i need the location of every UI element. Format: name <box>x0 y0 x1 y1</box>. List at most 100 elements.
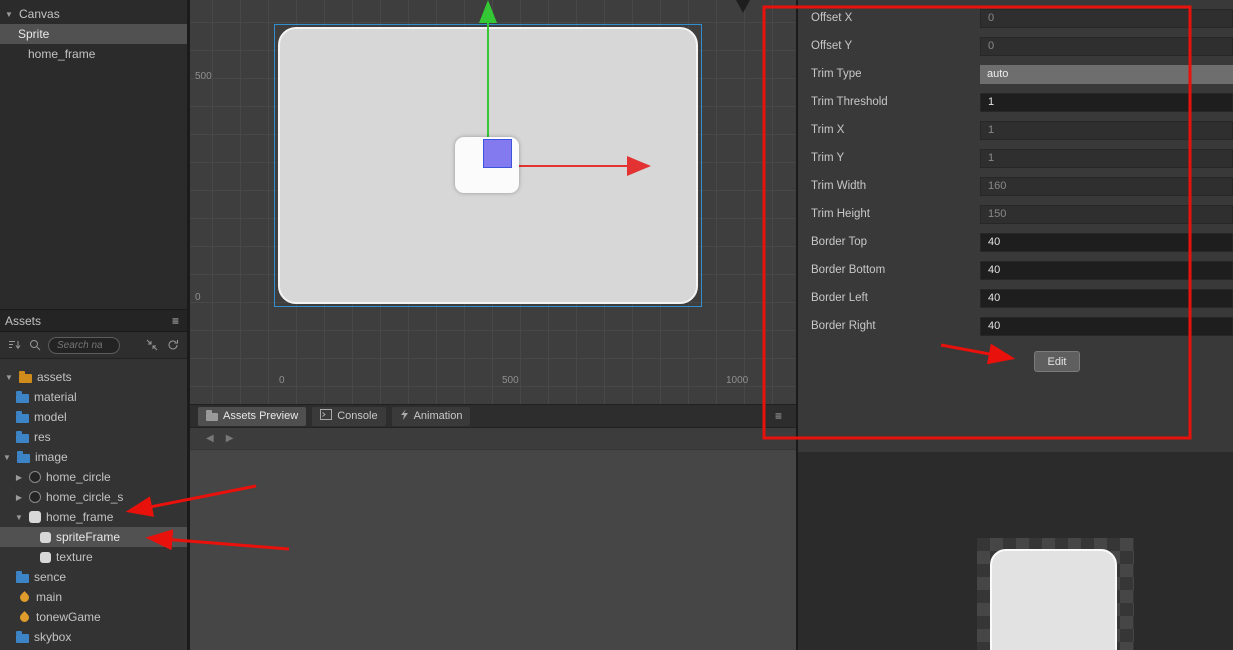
tab-animation[interactable]: Animation <box>391 406 471 426</box>
border-top-input[interactable] <box>980 232 1233 252</box>
tree-item-label: skybox <box>34 630 72 644</box>
assets-toolbar <box>0 332 187 359</box>
tree-item-assets[interactable]: ▼ assets <box>0 367 187 387</box>
scene-file-icon <box>18 610 31 624</box>
tree-item-texture[interactable]: texture <box>0 547 187 567</box>
trim-y-input[interactable] <box>980 148 1233 168</box>
offset-y-input[interactable] <box>980 36 1233 56</box>
folder-icon <box>206 409 218 421</box>
chevron-down-icon[interactable]: ▼ <box>14 513 24 522</box>
inspector-row: Border Right <box>798 312 1233 340</box>
chevron-down-icon[interactable]: ▼ <box>2 453 12 462</box>
edit-button[interactable]: Edit <box>1034 351 1080 372</box>
left-column: ▼ Canvas Sprite home_frame Assets ≡ Sear… <box>0 0 190 650</box>
ruler-label: 0 <box>195 292 201 303</box>
chevron-right-icon[interactable]: ▶ <box>14 473 24 482</box>
border-left-input[interactable] <box>980 288 1233 308</box>
texture-icon <box>40 551 51 563</box>
tab-console[interactable]: Console <box>312 406 386 426</box>
trim-x-input[interactable] <box>980 120 1233 140</box>
tree-item-sence[interactable]: sence <box>0 567 187 587</box>
ruler-marker-icon[interactable] <box>736 0 750 13</box>
refresh-icon[interactable] <box>165 337 181 353</box>
assets-panel-header: Assets ≡ <box>0 310 187 332</box>
search-icon[interactable] <box>27 337 43 353</box>
offset-x-input[interactable] <box>980 8 1233 28</box>
tree-item-label: home_frame <box>46 510 114 524</box>
tree-item-home-circle[interactable]: ▶ home_circle <box>0 467 187 487</box>
panel-menu-icon[interactable]: ≡ <box>775 409 782 423</box>
bottom-tabbar: Assets Preview Console Animation ≡ <box>190 405 796 428</box>
gizmo-x-arrow-icon[interactable] <box>627 156 651 176</box>
tree-item-label: sence <box>34 570 67 584</box>
border-right-input[interactable] <box>980 316 1233 336</box>
trim-width-input[interactable] <box>980 176 1233 196</box>
panel-menu-icon[interactable]: ≡ <box>172 314 179 328</box>
tree-item-sprite-frame[interactable]: spriteFrame <box>0 527 187 547</box>
inspector-row: Border Left <box>798 284 1233 312</box>
assets-tree: ▼ assets material model res ▼ image ▶ ho… <box>0 359 187 647</box>
assets-panel-title: Assets <box>5 313 42 328</box>
tree-item-res[interactable]: res <box>0 427 187 447</box>
tree-item-label: texture <box>56 550 93 564</box>
tree-item-tonew-game[interactable]: tonewGame <box>0 607 187 627</box>
property-label: Border Bottom <box>811 264 886 276</box>
tree-item-model[interactable]: model <box>0 407 187 427</box>
tab-label: Assets Preview <box>223 410 299 422</box>
tree-item-home-circle-s[interactable]: ▶ home_circle_s <box>0 487 187 507</box>
trim-height-input[interactable] <box>980 204 1233 224</box>
inspector-panel: Offset X Offset Y Trim Type auto Trim Th… <box>796 0 1233 650</box>
assets-panel: Assets ≡ Search na ▼ assets material mod… <box>0 310 187 650</box>
inspector-row: Offset X <box>798 4 1233 32</box>
tree-item-material[interactable]: material <box>0 387 187 407</box>
preview-nav: ◀ ▶ <box>190 428 796 450</box>
property-label: Trim Type <box>811 68 862 80</box>
editor-window: ▼ Canvas Sprite home_frame Assets ≡ Sear… <box>0 0 1233 650</box>
property-label: Trim Y <box>811 152 845 164</box>
gizmo-y-arrow-icon[interactable] <box>479 0 497 23</box>
inspector-row: Trim Type auto <box>798 60 1233 88</box>
property-label: Offset X <box>811 12 853 24</box>
tree-item-label: model <box>34 410 67 424</box>
collapse-all-icon[interactable] <box>144 337 160 353</box>
hierarchy-item-home-frame[interactable]: home_frame <box>0 44 187 64</box>
sprite-frame-icon <box>40 531 51 543</box>
property-label: Trim Height <box>811 208 870 220</box>
folder-icon <box>16 410 29 423</box>
tab-assets-preview[interactable]: Assets Preview <box>198 406 307 426</box>
sprite-preview-area <box>798 452 1233 650</box>
trim-threshold-input[interactable] <box>980 92 1233 112</box>
border-bottom-input[interactable] <box>980 260 1233 280</box>
property-label: Trim Width <box>811 180 867 192</box>
sort-icon[interactable] <box>6 337 22 353</box>
folder-icon <box>16 570 29 583</box>
hierarchy-item-sprite[interactable]: Sprite <box>0 24 187 44</box>
tree-item-image[interactable]: ▼ image <box>0 447 187 467</box>
scene-file-icon <box>18 590 31 604</box>
scene-viewport[interactable]: 500 0 0 500 1000 <box>190 0 796 405</box>
tree-item-main[interactable]: main <box>0 587 187 607</box>
chevron-right-icon[interactable]: ▶ <box>14 493 24 502</box>
animation-icon <box>400 409 409 423</box>
hierarchy-panel: ▼ Canvas Sprite home_frame <box>0 0 187 310</box>
trim-type-dropdown[interactable]: auto <box>980 64 1233 84</box>
property-label: Trim X <box>811 124 845 136</box>
tree-item-label: material <box>34 390 77 404</box>
gizmo-center-handle[interactable] <box>483 139 512 168</box>
image-file-icon <box>29 491 41 503</box>
chevron-down-icon[interactable]: ▼ <box>4 373 14 382</box>
hierarchy-item-canvas[interactable]: ▼ Canvas <box>0 4 187 24</box>
image-file-icon <box>29 511 41 523</box>
tree-item-home-frame[interactable]: ▼ home_frame <box>0 507 187 527</box>
prev-icon[interactable]: ◀ <box>206 433 214 444</box>
tab-label: Animation <box>413 410 463 422</box>
next-icon[interactable]: ▶ <box>226 433 234 444</box>
property-label: Border Right <box>811 320 876 332</box>
ruler-label: 500 <box>502 375 519 386</box>
assets-root-folder-icon <box>19 370 32 383</box>
chevron-down-icon[interactable]: ▼ <box>4 10 14 19</box>
tree-item-skybox[interactable]: skybox <box>0 627 187 647</box>
search-input[interactable] <box>48 336 120 354</box>
inspector-row: Trim Height <box>798 200 1233 228</box>
tree-item-label: main <box>36 590 63 604</box>
